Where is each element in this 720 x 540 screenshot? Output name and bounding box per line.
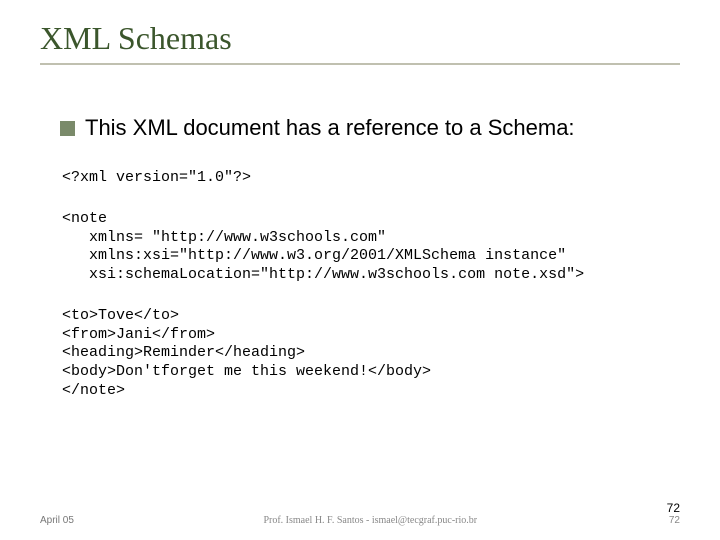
footer-page: 72 72 (667, 502, 680, 526)
code-note-body: <to>Tove</to> <from>Jani</from> <heading… (40, 307, 680, 401)
bullet-text: This XML document has a reference to a S… (85, 115, 575, 141)
slide-footer: April 05 Prof. Ismael H. F. Santos - ism… (0, 502, 720, 526)
code-xml-declaration: <?xml version="1.0"?> (40, 169, 680, 188)
footer-date: April 05 (40, 515, 74, 526)
bullet-square-icon (60, 121, 75, 136)
bullet-item: This XML document has a reference to a S… (40, 115, 680, 141)
slide: XML Schemas This XML document has a refe… (0, 0, 720, 540)
slide-title: XML Schemas (40, 20, 680, 57)
title-underline (40, 63, 680, 65)
page-number-bottom: 72 (667, 515, 680, 526)
code-note-open: <note xmlns= "http://www.w3schools.com" … (40, 210, 680, 285)
page-number-top: 72 (667, 502, 680, 515)
footer-author: Prof. Ismael H. F. Santos - ismael@tecgr… (263, 515, 477, 526)
